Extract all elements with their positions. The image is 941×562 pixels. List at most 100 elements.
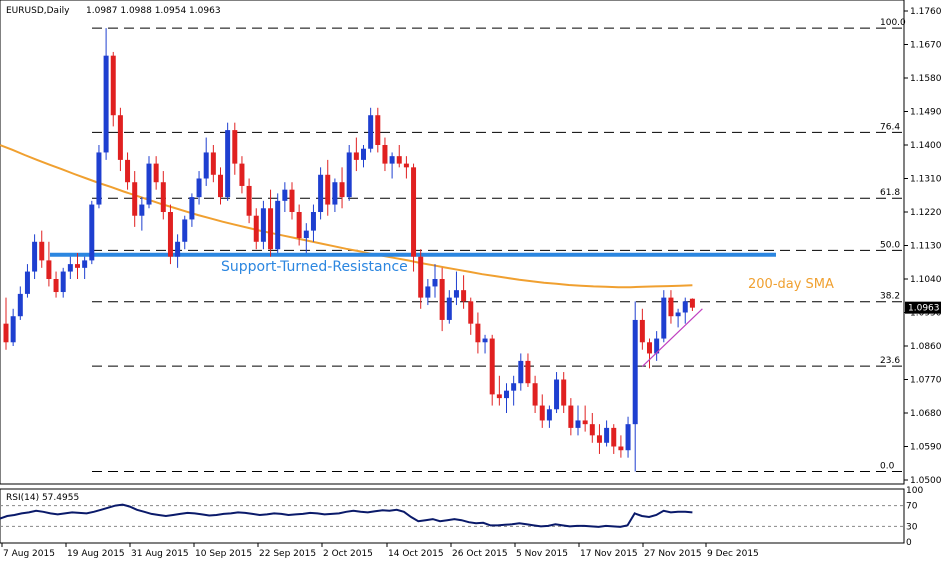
candle-body — [125, 159, 131, 183]
rsi-axis: 100 70 30 0 — [906, 486, 923, 548]
price-axis: 1.1760 1.1670 1.1580 1.1490 1.1400 1.1310 1.12… — [904, 7, 941, 486]
price-tick-label: 1.1040 — [910, 275, 941, 285]
time-tick-label: 9 Dec 2015 — [707, 549, 759, 559]
candle — [146, 156, 152, 209]
price-tick-label: 1.1760 — [910, 7, 941, 17]
candle-body — [153, 163, 159, 183]
candle-body — [167, 212, 173, 257]
time-tick-label: 14 Oct 2015 — [388, 549, 444, 559]
price-tick-label: 1.1490 — [910, 108, 941, 118]
price-tick-label: 1.1310 — [910, 175, 941, 185]
candle-body — [46, 260, 52, 279]
candle-body — [575, 420, 581, 428]
candle-body — [89, 204, 95, 261]
candle-body — [511, 383, 517, 391]
candle-body — [382, 145, 388, 164]
candle-body — [196, 178, 202, 198]
candle-body — [103, 55, 109, 153]
candle-body — [275, 200, 281, 250]
candle-body — [482, 338, 488, 343]
time-tick-label: 19 Aug 2015 — [67, 549, 125, 559]
candle-body — [475, 323, 481, 343]
candle-body — [17, 293, 23, 317]
candle-body — [596, 435, 602, 443]
candle-body — [189, 197, 195, 220]
candle-body — [446, 297, 452, 320]
candle-body — [117, 115, 123, 160]
candle-body — [246, 185, 252, 216]
candle-body — [253, 215, 259, 242]
rsi-tick-label: 70 — [906, 502, 918, 512]
candle-body — [346, 152, 352, 198]
candle-body — [468, 301, 474, 324]
candle-body — [282, 189, 288, 201]
rsi-tick-label: 100 — [906, 486, 923, 496]
time-axis: 7 Aug 2015 19 Aug 2015 31 Aug 2015 10 Sep 2… — [1, 543, 759, 559]
candle-body — [296, 212, 302, 239]
candle-body — [389, 156, 395, 164]
chart-header-symbol: EURUSD,Daily — [6, 6, 70, 16]
candle-body — [546, 409, 552, 421]
candle — [167, 204, 173, 265]
rsi-plot-area — [0, 488, 905, 544]
candle-body — [632, 319, 638, 425]
rsi-header: RSI(14) 57.4955 — [6, 493, 79, 503]
price-tick-label: 1.1580 — [910, 74, 941, 84]
support-turned-resistance-label: Support-Turned-Resistance — [221, 259, 408, 275]
current-price-marker: 1.0963 — [905, 301, 941, 314]
fib-level-label: 38.2 — [880, 292, 900, 302]
candle-body — [396, 156, 402, 164]
time-tick-label: 5 Nov 2015 — [516, 549, 568, 559]
price-tick-label: 1.1670 — [910, 41, 941, 51]
candle-body — [361, 148, 366, 160]
candle-body — [604, 427, 610, 443]
candle-body — [375, 115, 381, 145]
candle-body — [661, 297, 667, 339]
time-tick-label: 7 Aug 2015 — [3, 549, 55, 559]
candle-body — [203, 152, 209, 179]
current-price-label: 1.0963 — [908, 304, 940, 314]
candle-body — [139, 204, 145, 216]
candle-body — [432, 279, 438, 287]
candle-body — [218, 174, 223, 198]
candle — [225, 122, 231, 201]
candle-body — [182, 219, 188, 242]
candle-body — [568, 405, 574, 428]
rsi-panel: RSI(14) 57.4955 100 70 30 0 — [0, 486, 923, 548]
price-tick-label: 1.0680 — [910, 409, 941, 419]
rsi-tick-label: 30 — [906, 522, 918, 532]
candle-body — [3, 323, 9, 343]
candle-body — [175, 241, 181, 257]
candle-body — [539, 405, 545, 421]
candle-body — [561, 379, 567, 406]
candle-body — [332, 182, 338, 205]
candle-body — [339, 182, 345, 198]
price-tick-label: 1.1130 — [910, 242, 941, 252]
candle-body — [496, 394, 502, 399]
candle — [110, 51, 116, 127]
candle-body — [53, 279, 59, 293]
candle-body — [32, 241, 38, 272]
price-tick-label: 1.1220 — [910, 208, 941, 218]
candle-body — [310, 212, 316, 231]
candle-body — [96, 152, 102, 205]
candle-body — [303, 230, 309, 239]
price-tick-label: 1.0860 — [910, 342, 941, 352]
time-tick-label: 26 Oct 2015 — [452, 549, 508, 559]
candle — [346, 145, 352, 201]
candle-body — [639, 319, 645, 343]
candle-body — [647, 342, 652, 354]
chart-header-ohlc: 1.0987 1.0988 1.0954 1.0963 — [86, 6, 221, 16]
candle-body — [518, 360, 524, 384]
time-tick-label: 31 Aug 2015 — [131, 549, 189, 559]
candle-body — [132, 182, 138, 216]
candle — [89, 200, 95, 265]
candle — [411, 163, 417, 272]
candle-body — [75, 264, 80, 268]
time-tick-label: 22 Sep 2015 — [259, 549, 316, 559]
candle-body — [232, 130, 238, 164]
fib-level-label: 61.8 — [880, 188, 900, 198]
candle-body — [24, 271, 30, 294]
candle-body — [489, 338, 495, 395]
price-tick-label: 1.0590 — [910, 443, 941, 453]
